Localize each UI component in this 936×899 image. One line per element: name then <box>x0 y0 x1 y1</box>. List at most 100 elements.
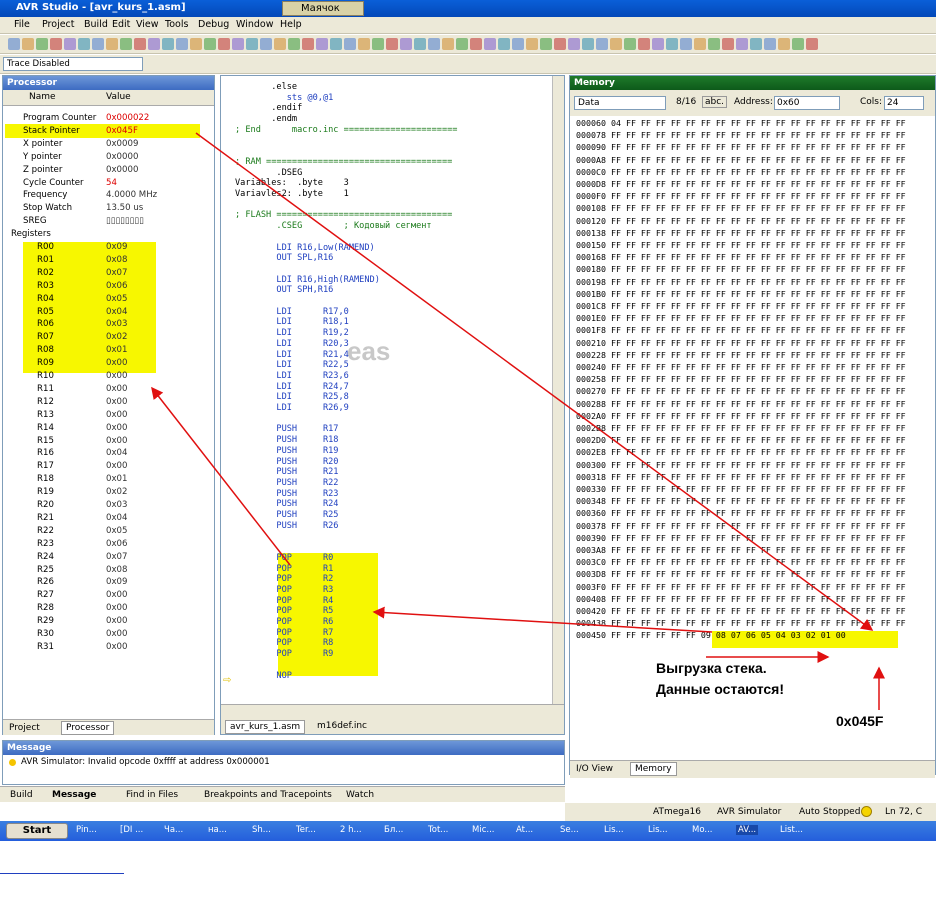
taskbar-item[interactable]: Lis... <box>648 825 668 835</box>
taskbar-item[interactable]: Pin... <box>76 825 97 835</box>
menu-file[interactable]: File <box>14 19 30 30</box>
taskbar-item[interactable]: Mic... <box>472 825 494 835</box>
register-row[interactable]: R07 0x02 <box>15 331 213 344</box>
register-row[interactable]: R15 0x00 <box>15 435 213 448</box>
toolbar-button-icon[interactable] <box>624 38 636 50</box>
toolbar-button-icon[interactable] <box>344 38 356 50</box>
toolbar-button-icon[interactable] <box>92 38 104 50</box>
toolbar-button-icon[interactable] <box>358 38 370 50</box>
footer-link-line[interactable] <box>0 873 124 874</box>
toolbar-button-icon[interactable] <box>806 38 818 50</box>
register-row[interactable]: R09 0x00 <box>15 357 213 370</box>
toolbar-button-icon[interactable] <box>302 38 314 50</box>
toolbar-button-icon[interactable] <box>680 38 692 50</box>
register-row[interactable]: R30 0x00 <box>15 628 213 641</box>
menu-edit[interactable]: Edit <box>112 19 130 30</box>
register-row[interactable]: R29 0x00 <box>15 615 213 628</box>
register-row[interactable]: R10 0x00 <box>15 370 213 383</box>
tab-breakpoints[interactable]: Breakpoints and Tracepoints <box>204 790 332 800</box>
taskbar-item[interactable]: 2 h... <box>340 825 362 835</box>
tab-memory[interactable]: Memory <box>630 762 677 776</box>
toolbar-button-icon[interactable] <box>484 38 496 50</box>
register-row[interactable]: R11 0x00 <box>15 383 213 396</box>
toolbar-button-icon[interactable] <box>512 38 524 50</box>
register-row[interactable]: R23 0x06 <box>15 538 213 551</box>
processor-row[interactable]: Cycle Counter 54 <box>3 177 213 190</box>
toolbar-button-icon[interactable] <box>120 38 132 50</box>
tab-message[interactable]: Message <box>52 790 96 800</box>
toolbar-button-icon[interactable] <box>50 38 62 50</box>
register-row[interactable]: R06 0x03 <box>15 318 213 331</box>
taskbar-item[interactable]: Tot... <box>428 825 448 835</box>
toolbar-button-icon[interactable] <box>232 38 244 50</box>
toolbar-button-icon[interactable] <box>372 38 384 50</box>
toolbar-button-icon[interactable] <box>78 38 90 50</box>
tab-watch[interactable]: Watch <box>346 790 374 800</box>
toolbar-button-icon[interactable] <box>470 38 482 50</box>
toolbar-button-icon[interactable] <box>652 38 664 50</box>
processor-row[interactable]: Z pointer 0x0000 <box>3 164 213 177</box>
register-row[interactable]: R21 0x04 <box>15 512 213 525</box>
tab-m16def[interactable]: m16def.inc <box>317 721 367 731</box>
toolbar-button-icon[interactable] <box>246 38 258 50</box>
processor-row[interactable]: Frequency 4.0000 MHz <box>3 189 213 202</box>
toolbar-button-icon[interactable] <box>260 38 272 50</box>
tab-build[interactable]: Build <box>10 790 33 800</box>
toolbar-button-icon[interactable] <box>778 38 790 50</box>
register-row[interactable]: R05 0x04 <box>15 306 213 319</box>
start-button[interactable]: Start <box>6 823 68 839</box>
taskbar-item[interactable]: Ча... <box>164 825 183 835</box>
toolbar-button-icon[interactable] <box>540 38 552 50</box>
toolbar-button-icon[interactable] <box>666 38 678 50</box>
register-row[interactable]: R22 0x05 <box>15 525 213 538</box>
menu-help[interactable]: Help <box>280 19 302 30</box>
toolbar-button-icon[interactable] <box>708 38 720 50</box>
toolbar-button-icon[interactable] <box>568 38 580 50</box>
taskbar-item[interactable]: [DI ... <box>120 825 143 835</box>
toolbar-button-icon[interactable] <box>134 38 146 50</box>
register-row[interactable]: R24 0x07 <box>15 551 213 564</box>
taskbar-window-tab[interactable]: Маячок <box>282 1 364 16</box>
processor-row[interactable]: Program Counter 0x000022 <box>3 112 213 125</box>
toolbar-button-icon[interactable] <box>36 38 48 50</box>
taskbar-item[interactable]: List... <box>780 825 803 835</box>
memory-cols-select[interactable]: 24 <box>884 96 924 110</box>
taskbar-item[interactable]: на... <box>208 825 227 835</box>
toolbar-button-icon[interactable] <box>288 38 300 50</box>
toolbar-button-icon[interactable] <box>218 38 230 50</box>
toolbar-button-icon[interactable] <box>316 38 328 50</box>
toolbar-button-icon[interactable] <box>498 38 510 50</box>
trace-select[interactable]: Trace Disabled <box>3 57 143 71</box>
toolbar-button-icon[interactable] <box>736 38 748 50</box>
register-row[interactable]: R27 0x00 <box>15 589 213 602</box>
toolbar-button-icon[interactable] <box>610 38 622 50</box>
taskbar-item[interactable]: At... <box>516 825 533 835</box>
menu-debug[interactable]: Debug <box>198 19 229 30</box>
toolbar-button-icon[interactable] <box>64 38 76 50</box>
tab-find-in-files[interactable]: Find in Files <box>126 790 178 800</box>
toolbar-button-icon[interactable] <box>792 38 804 50</box>
register-row[interactable]: R12 0x00 <box>15 396 213 409</box>
toolbar-button-icon[interactable] <box>330 38 342 50</box>
toolbar-button-icon[interactable] <box>414 38 426 50</box>
toolbar-button-icon[interactable] <box>148 38 160 50</box>
taskbar-item[interactable]: AV... <box>736 825 759 835</box>
register-row[interactable]: R17 0x00 <box>15 460 213 473</box>
toolbar-button-icon[interactable] <box>638 38 650 50</box>
toolbar-button-icon[interactable] <box>106 38 118 50</box>
register-row[interactable]: R16 0x04 <box>15 447 213 460</box>
toolbar-button-icon[interactable] <box>8 38 20 50</box>
taskbar-item[interactable]: Se... <box>560 825 579 835</box>
toolbar-button-icon[interactable] <box>526 38 538 50</box>
register-row[interactable]: R00 0x09 <box>15 241 213 254</box>
taskbar-item[interactable]: Lis... <box>604 825 624 835</box>
code-editor[interactable]: eas .else sts @0,@1 .endif .endm; End ma… <box>220 75 565 735</box>
toolbar-button-icon[interactable] <box>162 38 174 50</box>
processor-row[interactable]: X pointer 0x0009 <box>3 138 213 151</box>
register-row[interactable]: R20 0x03 <box>15 499 213 512</box>
processor-row[interactable]: Stop Watch 13.50 us <box>3 202 213 215</box>
editor-vertical-scrollbar[interactable] <box>552 76 564 704</box>
register-row[interactable]: R31 0x00 <box>15 641 213 654</box>
toolbar-button-icon[interactable] <box>274 38 286 50</box>
memory-type-select[interactable]: Data <box>574 96 666 110</box>
